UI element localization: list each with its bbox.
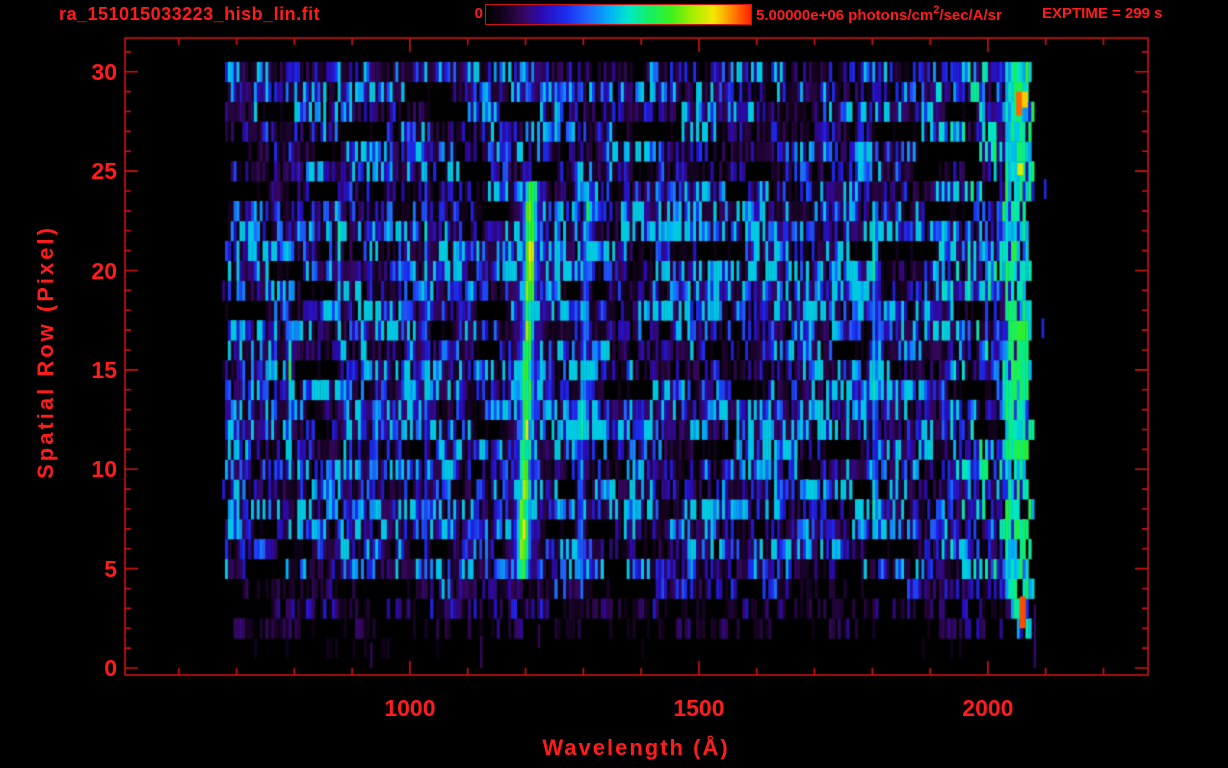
y-axis-title: Spatial Row (Pixel) (33, 225, 58, 479)
spectrogram-canvas (0, 0, 1228, 768)
y-tick-label: 25 (91, 158, 117, 185)
y-tick-label: 20 (91, 257, 117, 284)
y-tick-label: 15 (91, 356, 117, 383)
idl-plot-window: ra_151015033223_hisb_lin.fit 0 5.00000e+… (0, 0, 1228, 768)
y-tick-label: 30 (91, 58, 117, 85)
x-tick-label: 1000 (384, 695, 436, 721)
x-tick-label: 2000 (962, 695, 1014, 721)
plot-title: ra_151015033223_hisb_lin.fit (59, 4, 321, 24)
colorbar-units-superscript: 2 (933, 4, 940, 16)
colorbar-units-tail: /sec/A/sr (939, 7, 1002, 24)
y-tick-label: 0 (104, 655, 117, 682)
y-tick-label: 5 (104, 555, 117, 582)
colorbar-min-label: 0 (474, 5, 483, 22)
colorbar (485, 4, 752, 25)
x-tick-label: 1500 (673, 695, 725, 721)
y-tick-label: 10 (91, 456, 117, 483)
colorbar-max-value: 5.00000e+06 photons/cm (756, 7, 934, 24)
x-axis-title: Wavelength (Å) (542, 735, 730, 760)
exptime-label: EXPTIME = 299 s (1042, 5, 1163, 22)
colorbar-max-label: 5.00000e+06 photons/cm2/sec/A/sr (756, 4, 1002, 24)
